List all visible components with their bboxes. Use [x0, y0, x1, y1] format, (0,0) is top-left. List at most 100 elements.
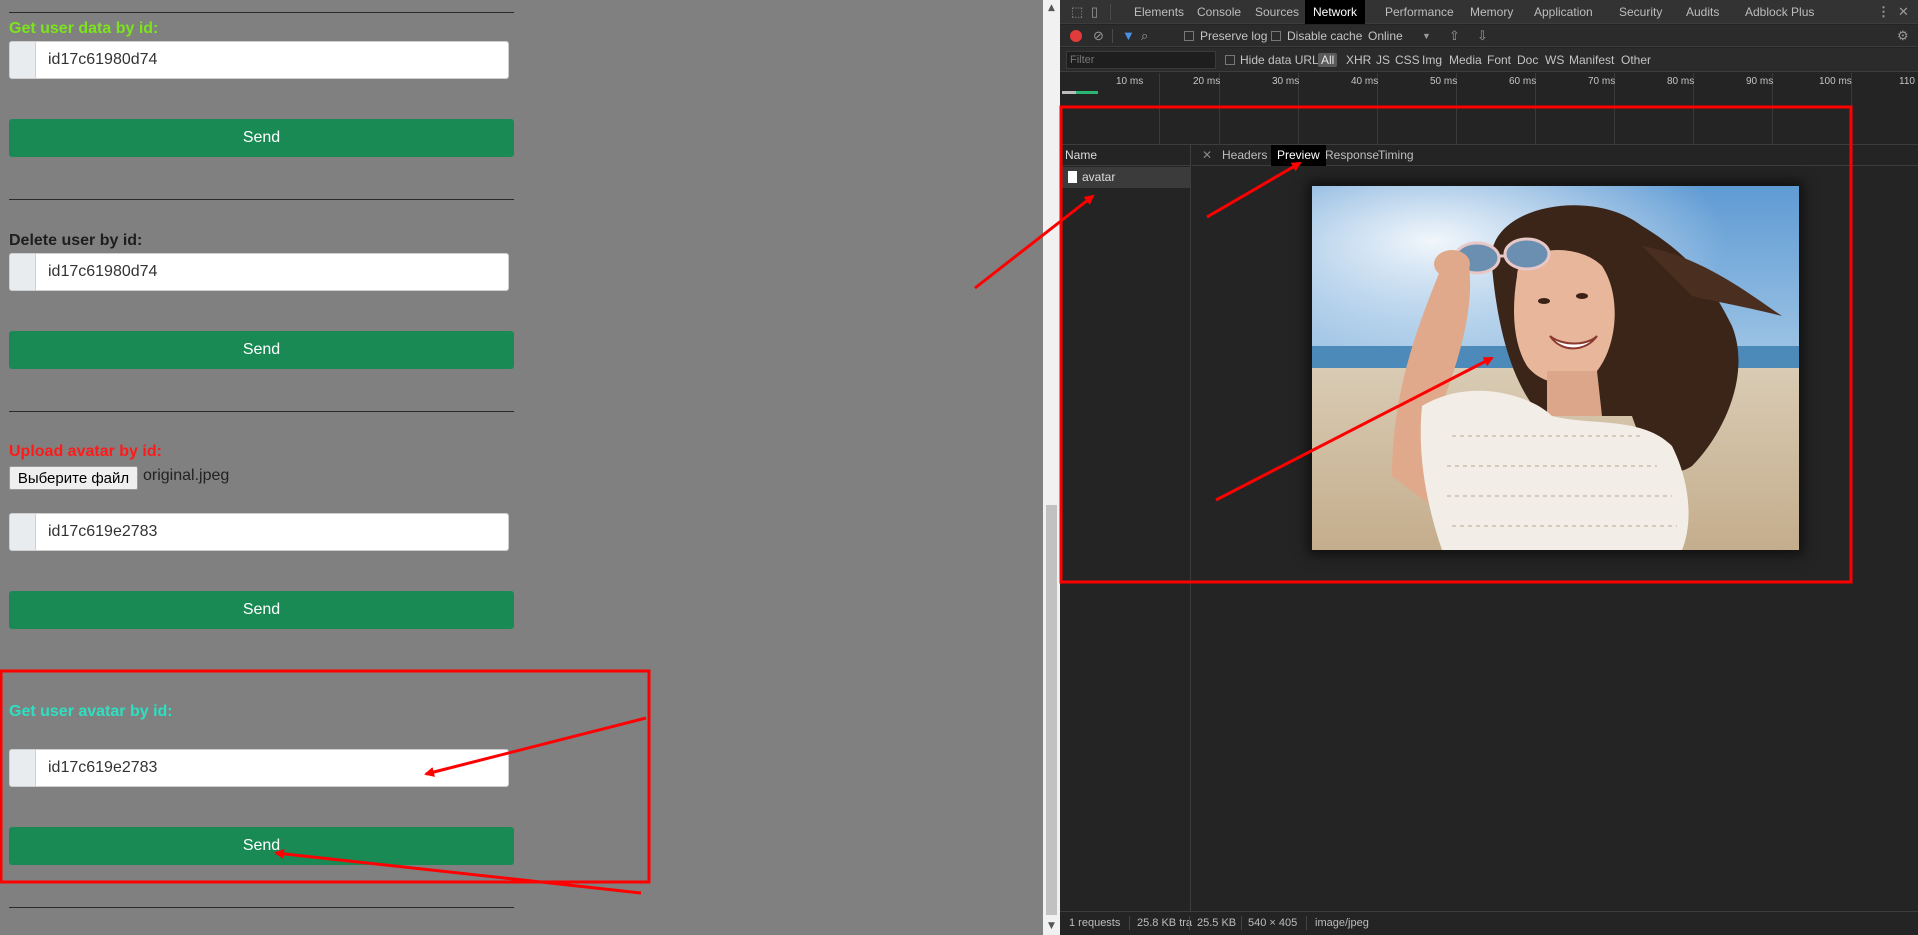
import-har-icon[interactable]: ⇧: [1449, 28, 1460, 44]
timeline-wait-bar: [1062, 91, 1076, 94]
input-addon: [10, 514, 36, 550]
filter-type-css[interactable]: CSS: [1395, 53, 1420, 67]
separator: [1110, 4, 1111, 20]
filter-type-other[interactable]: Other: [1621, 53, 1651, 67]
inspect-element-icon[interactable]: ⬚: [1071, 4, 1083, 20]
scroll-up-arrow-icon[interactable]: ▲: [1043, 0, 1060, 17]
devtools-panel: ⬚ ▯ Elements Console Sources Network Per…: [1060, 0, 1918, 935]
network-status-bar: 1 requests 25.8 KB tra 25.5 KB 540 × 405…: [1060, 911, 1918, 935]
filter-type-manifest[interactable]: Manifest: [1569, 53, 1614, 67]
separator: [1189, 916, 1190, 930]
input-value[interactable]: id17c619e2783: [36, 750, 508, 786]
filter-type-font[interactable]: Font: [1487, 53, 1511, 67]
clear-icon[interactable]: ⊘: [1093, 28, 1104, 44]
tick-label: 60 ms: [1509, 76, 1537, 87]
filter-type-img[interactable]: Img: [1422, 53, 1442, 67]
filter-type-media[interactable]: Media: [1449, 53, 1482, 67]
status-resources: 25.5 KB: [1197, 917, 1237, 929]
tab-sources[interactable]: Sources: [1247, 0, 1307, 24]
tab-performance[interactable]: Performance: [1377, 0, 1462, 24]
name-column-header[interactable]: Name: [1060, 145, 1191, 166]
network-toolbar: ⊘ ▼ ⌕ Preserve log Disable cache Online …: [1060, 25, 1918, 47]
upload-avatar-input[interactable]: id17c619e2783: [9, 513, 509, 551]
preserve-log-checkbox[interactable]: [1184, 31, 1194, 41]
filter-type-ws[interactable]: WS: [1545, 53, 1564, 67]
device-toolbar-icon[interactable]: ▯: [1091, 4, 1098, 20]
request-row[interactable]: avatar: [1060, 167, 1190, 188]
scroll-down-arrow-icon[interactable]: ▼: [1043, 918, 1060, 935]
input-value[interactable]: id17c61980d74: [36, 42, 508, 78]
get-user-avatar-title: Get user avatar by id:: [9, 703, 173, 720]
preserve-log-label: Preserve log: [1200, 29, 1268, 43]
export-har-icon[interactable]: ⇩: [1477, 28, 1488, 44]
separator: [1306, 916, 1307, 930]
close-icon[interactable]: ✕: [1898, 4, 1909, 20]
tab-audits[interactable]: Audits: [1678, 0, 1727, 24]
disable-cache-label: Disable cache: [1287, 29, 1363, 43]
request-name[interactable]: avatar: [1082, 170, 1115, 184]
tab-application[interactable]: Application: [1526, 0, 1601, 24]
status-transferred: 25.8 KB tra: [1137, 917, 1193, 929]
get-user-data-title: Get user data by id:: [9, 20, 159, 37]
delete-user-title: Delete user by id:: [9, 232, 143, 249]
delete-user-input[interactable]: id17c61980d74: [9, 253, 509, 291]
upload-avatar-title: Upload avatar by id:: [9, 443, 162, 460]
filter-type-js[interactable]: JS: [1376, 53, 1390, 67]
filter-type-all[interactable]: All: [1318, 53, 1338, 67]
delete-user-send-button[interactable]: Send: [9, 331, 514, 369]
filter-type-xhr[interactable]: XHR: [1346, 53, 1371, 67]
choose-file-button[interactable]: Выберите файл: [9, 466, 138, 490]
tab-headers[interactable]: Headers: [1216, 145, 1273, 166]
more-options-icon[interactable]: ⋮: [1877, 4, 1890, 20]
tab-security[interactable]: Security: [1611, 0, 1670, 24]
throttle-select[interactable]: Online: [1368, 29, 1403, 43]
tick-label: 10 ms: [1116, 76, 1144, 87]
tab-elements[interactable]: Elements: [1126, 0, 1192, 24]
status-mime-type: image/jpeg: [1315, 917, 1369, 929]
network-overview-timeline[interactable]: 10 ms 20 ms 30 ms 40 ms 50 ms 60 ms 70 m…: [1060, 73, 1918, 145]
tab-adblock-plus[interactable]: Adblock Plus: [1737, 0, 1822, 24]
divider: [9, 907, 514, 908]
tab-timing[interactable]: Timing: [1372, 145, 1420, 166]
close-icon[interactable]: ✕: [1202, 148, 1212, 162]
scroll-thumb[interactable]: [1046, 505, 1057, 915]
tab-network[interactable]: Network: [1305, 0, 1366, 24]
hide-data-urls-checkbox[interactable]: [1225, 55, 1235, 65]
file-icon: [1068, 171, 1077, 183]
separator: [1241, 916, 1242, 930]
upload-avatar-send-button[interactable]: Send: [9, 591, 514, 629]
input-value[interactable]: id17c619e2783: [36, 514, 508, 550]
input-value[interactable]: id17c61980d74: [36, 254, 508, 290]
status-requests: 1 requests: [1069, 917, 1121, 929]
filter-input[interactable]: Filter: [1066, 51, 1216, 69]
disable-cache-checkbox[interactable]: [1271, 31, 1281, 41]
separator: [1112, 29, 1113, 43]
search-icon[interactable]: ⌕: [1141, 28, 1148, 44]
tab-preview[interactable]: Preview: [1271, 145, 1326, 166]
page-scrollbar[interactable]: ▲ ▼: [1043, 0, 1060, 935]
tick-label: 90 ms: [1746, 76, 1774, 87]
divider: [9, 12, 514, 13]
separator: [1129, 916, 1130, 930]
requests-list: Name avatar: [1060, 145, 1191, 911]
tab-console[interactable]: Console: [1189, 0, 1249, 24]
tick-label: 40 ms: [1351, 76, 1379, 87]
tick-label: 20 ms: [1193, 76, 1221, 87]
settings-gear-icon[interactable]: ⚙: [1897, 28, 1909, 44]
get-user-avatar-input[interactable]: id17c619e2783: [9, 749, 509, 787]
filter-type-doc[interactable]: Doc: [1517, 53, 1538, 67]
divider: [9, 411, 514, 412]
chevron-down-icon[interactable]: ▼: [1422, 28, 1431, 44]
record-icon[interactable]: [1070, 30, 1082, 42]
devtools-tabbar: ⬚ ▯ Elements Console Sources Network Per…: [1060, 0, 1918, 24]
get-user-data-send-button[interactable]: Send: [9, 119, 514, 157]
tick-line: [1159, 73, 1160, 145]
beach-photo: [1312, 186, 1799, 550]
tab-memory[interactable]: Memory: [1462, 0, 1521, 24]
get-user-avatar-send-button[interactable]: Send: [9, 827, 514, 865]
get-user-data-input[interactable]: id17c61980d74: [9, 41, 509, 79]
filter-icon[interactable]: ▼: [1122, 28, 1135, 44]
chosen-file-name: original.jpeg: [143, 467, 230, 484]
tick-label: 30 ms: [1272, 76, 1300, 87]
web-page: Get user data by id: id17c61980d74 Send …: [0, 0, 1043, 935]
